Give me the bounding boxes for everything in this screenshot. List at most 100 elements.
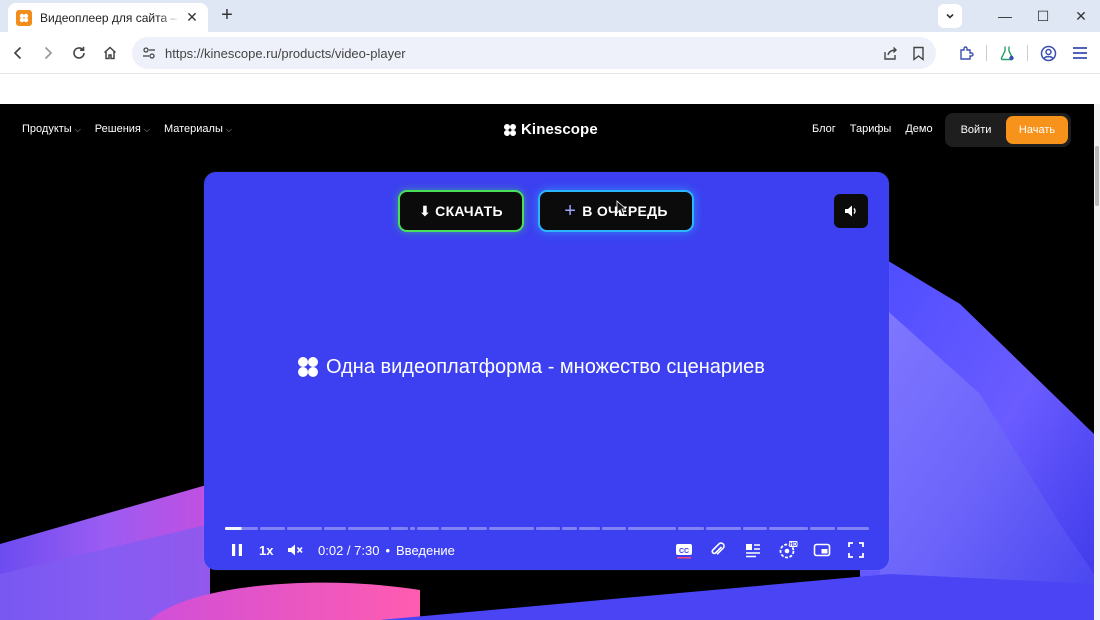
- progress-segment[interactable]: [837, 527, 869, 530]
- progress-segment[interactable]: [469, 527, 488, 530]
- tab-search-chevron-icon[interactable]: [938, 4, 962, 28]
- tab-title: Видеоплеер для сайта – готовое решение: [40, 10, 180, 25]
- subtitles-button[interactable]: CC: [674, 538, 694, 562]
- download-button[interactable]: ⬇ СКАЧАТЬ: [398, 190, 524, 232]
- progress-segment[interactable]: [602, 527, 626, 530]
- browser-tab-bar: Видеоплеер для сайта – готовое решение ✕…: [0, 0, 1100, 32]
- video-player[interactable]: ⬇ СКАЧАТЬ + В ОЧЕРЕДЬ Одна видеоплатформ…: [204, 172, 889, 570]
- extensions-icon[interactable]: [950, 39, 982, 67]
- home-icon[interactable]: [96, 39, 124, 67]
- nav-item-materials-label: Материалы: [163, 123, 223, 135]
- progress-segment[interactable]: [489, 527, 535, 530]
- chevron-down-icon: ⌵: [74, 125, 81, 134]
- quality-settings-button[interactable]: HD: [778, 538, 798, 562]
- chapter-title[interactable]: Введение: [396, 543, 455, 558]
- progress-segment[interactable]: [706, 527, 742, 530]
- nav-item-materials[interactable]: Материалы ⌵: [164, 123, 232, 135]
- nav-item-solutions-label: Решения: [94, 123, 141, 135]
- progress-segment[interactable]: [287, 527, 323, 530]
- progress-segment[interactable]: [391, 527, 408, 530]
- web-page: Продукты ⌵ Решения ⌵ Материалы ⌵ Kinescope …: [0, 74, 1100, 620]
- scrollbar-thumb[interactable]: [1095, 146, 1099, 206]
- progress-segment[interactable]: [578, 527, 601, 530]
- progress-segment[interactable]: [324, 527, 346, 530]
- picture-in-picture-button[interactable]: [813, 538, 831, 562]
- new-tab-button[interactable]: +: [216, 5, 238, 27]
- close-window-button[interactable]: ✕: [1062, 0, 1100, 32]
- download-arrow-icon: ⬇: [419, 202, 432, 219]
- hd-gear-icon: HD: [779, 541, 798, 559]
- kinescope-logo-icon: [504, 123, 516, 136]
- share-icon[interactable]: [880, 43, 900, 63]
- back-icon[interactable]: [4, 39, 32, 67]
- profile-icon[interactable]: [1032, 39, 1064, 67]
- logo-text: Kinescope: [521, 121, 598, 138]
- nav-item-products-label: Продукты: [22, 123, 72, 135]
- url-text[interactable]: https://kinescope.ru/products/video-play…: [165, 46, 406, 61]
- time-text: 0:02 / 7:30: [318, 542, 380, 558]
- progress-segment[interactable]: [743, 527, 767, 530]
- mute-button[interactable]: [286, 538, 304, 562]
- fullscreen-icon: [848, 542, 864, 558]
- login-button[interactable]: Войти: [953, 113, 999, 147]
- progress-segment[interactable]: [561, 527, 577, 530]
- attachments-button[interactable]: [709, 538, 727, 562]
- svg-text:HD: HD: [790, 542, 798, 548]
- plus-icon: +: [564, 200, 577, 222]
- progress-segment[interactable]: [347, 527, 390, 530]
- progress-segment[interactable]: [409, 527, 415, 530]
- pause-button[interactable]: [228, 538, 246, 562]
- progress-segment[interactable]: [440, 527, 468, 530]
- menu-icon[interactable]: [1064, 39, 1096, 67]
- chevron-down-icon: ⌵: [225, 125, 232, 134]
- time-display: 0:02 / 7:30 • Введение: [318, 538, 455, 562]
- nav-link-blog[interactable]: Блог: [812, 123, 836, 135]
- muted-speaker-icon: [288, 544, 303, 556]
- nav-item-products[interactable]: Продукты ⌵: [22, 123, 81, 135]
- forward-icon[interactable]: [34, 39, 62, 67]
- progress-segment[interactable]: [536, 527, 560, 530]
- minimize-button[interactable]: —: [986, 0, 1024, 32]
- start-button[interactable]: Начать: [1006, 116, 1068, 144]
- tab-close-icon[interactable]: ✕: [184, 9, 200, 26]
- site-settings-icon[interactable]: [137, 41, 161, 65]
- progress-segment[interactable]: [627, 527, 676, 530]
- page-scrollbar[interactable]: [1094, 104, 1100, 620]
- toolbar-divider-2: [1027, 45, 1028, 61]
- progress-segment[interactable]: [677, 527, 705, 530]
- kinescope-logo[interactable]: Kinescope: [503, 121, 598, 138]
- progress-segment[interactable]: [810, 527, 836, 530]
- unmute-button[interactable]: [834, 194, 868, 228]
- pip-icon: [813, 543, 831, 557]
- maximize-button[interactable]: ☐: [1024, 0, 1062, 32]
- reload-icon[interactable]: [65, 39, 93, 67]
- hero-section: Продукты ⌵ Решения ⌵ Материалы ⌵ Kinescope …: [0, 104, 1094, 620]
- progress-segment[interactable]: [416, 527, 439, 530]
- nav-link-demo[interactable]: Демо: [905, 123, 932, 135]
- playback-speed-button[interactable]: 1x: [259, 538, 273, 562]
- progress-segment[interactable]: [225, 527, 259, 530]
- progress-bar[interactable]: [225, 527, 869, 530]
- kinescope-mark-icon: [298, 357, 318, 377]
- bookmark-icon[interactable]: [908, 43, 928, 63]
- progress-segment[interactable]: [768, 527, 809, 530]
- cc-icon: CC: [676, 544, 692, 559]
- browser-toolbar: https://kinescope.ru/products/video-play…: [0, 32, 1100, 74]
- browser-tab[interactable]: Видеоплеер для сайта – готовое решение ✕: [8, 3, 208, 32]
- nav-link-pricing[interactable]: Тарифы: [850, 123, 892, 135]
- toolbar-divider: [986, 45, 987, 61]
- chapters-button[interactable]: [744, 538, 762, 562]
- labs-flask-icon[interactable]: [991, 39, 1023, 67]
- nav-item-solutions[interactable]: Решения ⌵: [95, 123, 150, 135]
- speaker-icon: [845, 205, 856, 217]
- address-bar[interactable]: https://kinescope.ru/products/video-play…: [132, 37, 936, 69]
- player-controls: 1x 0:02 / 7:30 • Введение CC HD: [204, 538, 889, 562]
- separator: •: [385, 542, 391, 558]
- chevron-down-icon: ⌵: [143, 125, 150, 134]
- svg-text:CC: CC: [679, 548, 689, 555]
- progress-segment[interactable]: [260, 527, 286, 530]
- auth-group: Войти Начать: [945, 113, 1071, 147]
- download-label: СКАЧАТЬ: [435, 203, 503, 219]
- fullscreen-button[interactable]: [847, 538, 865, 562]
- chapters-list-icon: [746, 544, 760, 558]
